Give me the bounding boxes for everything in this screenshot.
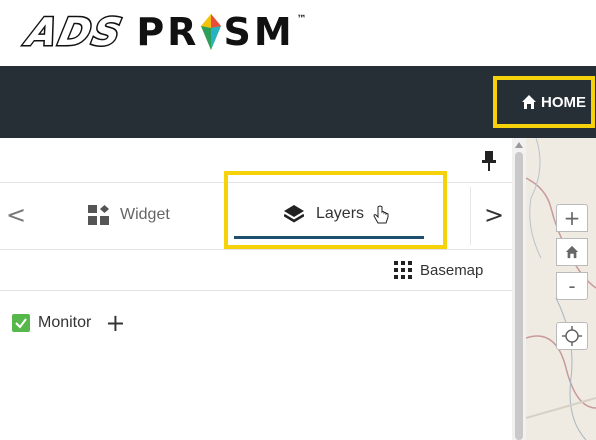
tab-layers[interactable]: Layers xyxy=(224,171,447,249)
hand-cursor-icon xyxy=(373,205,389,224)
tab-prev-button[interactable]: < xyxy=(6,201,26,229)
add-layer-button[interactable]: + xyxy=(105,311,125,335)
basemap-button[interactable]: Basemap xyxy=(394,261,483,279)
ads-prism-logo: ADS PR SM ™ xyxy=(22,9,310,56)
check-icon xyxy=(15,318,27,329)
locate-icon xyxy=(562,326,582,346)
map-home-button[interactable] xyxy=(556,238,588,266)
zoom-in-button[interactable]: + xyxy=(556,204,588,232)
logo-ads-text: ADS xyxy=(22,9,129,56)
locate-button[interactable] xyxy=(556,322,588,350)
pin-icon[interactable] xyxy=(480,150,498,172)
scrollbar-thumb[interactable] xyxy=(515,152,523,440)
home-button[interactable]: HOME xyxy=(493,76,595,128)
home-label: HOME xyxy=(541,93,586,111)
logo-prism-right: SM xyxy=(223,10,295,54)
monitor-label: Monitor xyxy=(38,314,92,331)
logo-prism-text: PR SM ™ xyxy=(136,10,309,54)
tab-next-button[interactable]: > xyxy=(484,201,504,229)
tab-layers-content: Layers xyxy=(284,205,364,223)
tab-divider xyxy=(470,187,471,245)
basemap-row: Basemap xyxy=(0,250,512,291)
tab-widget[interactable]: Widget xyxy=(88,205,170,225)
active-tab-underline xyxy=(234,236,424,239)
home-icon xyxy=(522,95,536,109)
monitor-checkbox[interactable] xyxy=(12,314,30,332)
home-icon xyxy=(565,245,579,259)
scroll-up-arrow[interactable] xyxy=(515,142,523,148)
prism-gem-icon xyxy=(201,14,222,50)
logo-prism-left: PR xyxy=(136,10,200,54)
tab-widget-label: Widget xyxy=(120,206,170,223)
widget-icon xyxy=(88,205,109,225)
layers-icon xyxy=(284,205,304,223)
basemap-label: Basemap xyxy=(420,261,484,279)
layer-item-monitor: Monitor + xyxy=(12,311,125,335)
zoom-out-button[interactable]: - xyxy=(556,272,588,300)
trademark-symbol: ™ xyxy=(296,14,310,25)
logo-bar: ADS PR SM ™ xyxy=(0,0,596,66)
grid-icon xyxy=(394,261,412,279)
tab-layers-label: Layers xyxy=(316,205,365,222)
